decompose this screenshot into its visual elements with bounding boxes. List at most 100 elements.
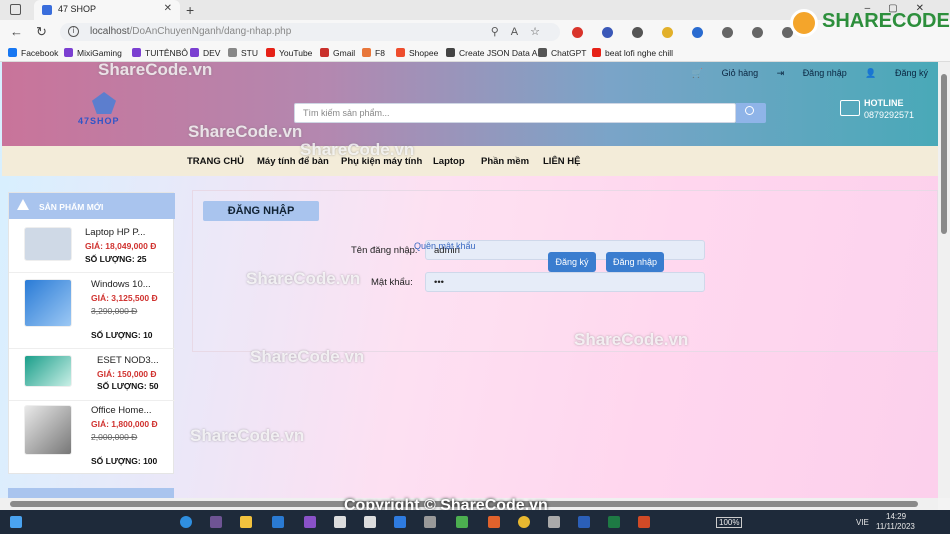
scroll-thumb[interactable]	[941, 74, 947, 234]
watermark: ShareCode.vn	[246, 269, 361, 288]
site-logo[interactable]: 47SHOP	[78, 92, 138, 130]
register-link[interactable]: 👤 Đăng ký	[865, 68, 928, 78]
product-name[interactable]: ESET NOD3...	[97, 355, 159, 366]
start-icon[interactable]	[10, 516, 22, 528]
register-button[interactable]: Đăng ký	[548, 252, 596, 272]
folder-icon[interactable]	[240, 516, 252, 528]
visual-studio-icon[interactable]	[304, 516, 316, 528]
bookmark-item[interactable]: Create JSON Data AI	[446, 48, 540, 58]
zalo-icon[interactable]	[394, 516, 406, 528]
extension-icons[interactable]	[572, 26, 809, 38]
tab-actions-icon[interactable]	[10, 4, 21, 15]
extension-icon[interactable]	[752, 26, 764, 38]
search-input[interactable]: Tìm kiếm sản phẩm...	[303, 108, 390, 118]
product-item[interactable]: Office Home... GIÁ: 1,800,000 Đ 2,000,00…	[9, 401, 175, 475]
app-icon[interactable]	[364, 516, 376, 528]
product-image[interactable]	[24, 405, 72, 455]
password-input[interactable]	[425, 272, 705, 292]
product-price: GIÁ: 150,000 Đ	[97, 369, 157, 379]
product-qty: SỐ LƯỢNG: 25	[85, 254, 147, 264]
product-name[interactable]: Windows 10...	[91, 279, 151, 290]
product-qty: SỐ LƯỢNG: 50	[97, 381, 159, 391]
nav-software[interactable]: Phần mềm	[481, 156, 529, 167]
bookmark-item[interactable]: MixiGaming	[64, 48, 122, 58]
bookmark-item[interactable]: DEV	[190, 48, 220, 58]
bookmark-item[interactable]: beat lofi nghe chill	[592, 48, 673, 58]
product-name[interactable]: Office Home...	[91, 405, 152, 416]
github-icon[interactable]	[210, 516, 222, 528]
extension-icon[interactable]	[692, 26, 704, 38]
nav-contact[interactable]: LIÊN HỆ	[543, 156, 580, 167]
language-indicator[interactable]: VIE	[856, 518, 869, 527]
watermark: ShareCode.vn	[300, 140, 415, 159]
product-qty: SỐ LƯỢNG: 100	[91, 456, 158, 466]
search-button[interactable]	[736, 103, 766, 123]
product-item[interactable]: Windows 10... GIÁ: 3,125,500 Đ 3,290,000…	[9, 273, 175, 349]
vscode-icon[interactable]	[272, 516, 284, 528]
product-image[interactable]	[24, 279, 72, 327]
product-name[interactable]: Laptop HP P...	[85, 227, 145, 238]
hotline-title: HOTLINE	[864, 98, 904, 108]
battery-indicator[interactable]: 100%	[716, 517, 743, 528]
new-tab-button[interactable]: +	[186, 2, 194, 18]
bookmark-item[interactable]: STU	[228, 48, 258, 58]
browser-tab[interactable]: 47 SHOP ✕	[34, 0, 180, 20]
excel-icon[interactable]	[608, 516, 620, 528]
bookmark-item[interactable]: YouTube	[266, 48, 312, 58]
powerpoint-icon[interactable]	[638, 516, 650, 528]
site-info-icon[interactable]: i	[68, 26, 79, 37]
nav-home[interactable]: TRANG CHỦ	[187, 156, 244, 167]
product-price: GIÁ: 3,125,500 Đ	[91, 293, 158, 303]
page-viewport: 🛒 Giỏ hàng ⇥ Đăng nhập 👤 Đăng ký 47SHOP …	[0, 62, 938, 498]
url-action-icons[interactable]: ⚲A☆	[491, 25, 552, 38]
sharecode-logo-icon	[790, 9, 818, 37]
bookmark-item[interactable]: TUITÊNBÔ	[132, 48, 188, 58]
extension-icon[interactable]	[602, 26, 614, 38]
cart-link[interactable]: 🛒 Giỏ hàng	[692, 68, 758, 78]
app-icon[interactable]	[456, 516, 468, 528]
vertical-scrollbar[interactable]	[938, 62, 950, 498]
login-button[interactable]: Đăng nhập	[606, 252, 664, 272]
product-qty: SỐ LƯỢNG: 10	[91, 330, 153, 340]
app-icon[interactable]	[424, 516, 436, 528]
url-text: localhost/DoAnChuyenNganh/dang-nhap.php	[90, 26, 292, 37]
extension-icon[interactable]	[722, 26, 734, 38]
nav-laptop[interactable]: Laptop	[433, 156, 465, 167]
forgot-password-link[interactable]: Quên mật khẩu	[414, 241, 476, 251]
product-price: GIÁ: 1,800,000 Đ	[91, 419, 158, 429]
logo-mark-icon	[92, 92, 116, 114]
chrome-icon[interactable]	[518, 516, 530, 528]
bookmark-item[interactable]: ChatGPT	[538, 48, 586, 58]
login-title: ĐĂNG NHẬP	[203, 201, 319, 221]
search-box[interactable]: Tìm kiếm sản phẩm...	[294, 103, 736, 123]
username-label: Tên đăng nhập:	[351, 245, 418, 256]
clock-date[interactable]: 11/11/2023	[876, 522, 915, 531]
login-link[interactable]: ⇥ Đăng nhập	[777, 68, 847, 78]
watermark: ShareCode.vn	[98, 62, 213, 79]
clock-time[interactable]: 14:29	[886, 512, 906, 521]
word-icon[interactable]	[578, 516, 590, 528]
product-item[interactable]: ESET NOD3... GIÁ: 150,000 Đ SỐ LƯỢNG: 50	[9, 349, 175, 401]
bookmark-item[interactable]: F8	[362, 48, 385, 58]
extension-icon[interactable]	[632, 26, 644, 38]
xampp-icon[interactable]	[488, 516, 500, 528]
product-item[interactable]: Laptop HP P... GIÁ: 18,049,000 Đ SỐ LƯỢN…	[9, 219, 175, 273]
edge-icon[interactable]	[180, 516, 192, 528]
app-icon[interactable]	[334, 516, 346, 528]
reload-icon[interactable]: ↻	[36, 24, 47, 40]
app-icon[interactable]	[548, 516, 560, 528]
tab-close-icon[interactable]: ✕	[164, 3, 172, 14]
logo-text: 47SHOP	[78, 116, 120, 126]
bookmark-item[interactable]: Shopee	[396, 48, 438, 58]
extension-icon[interactable]	[572, 26, 583, 38]
extension-icon[interactable]	[662, 26, 674, 38]
bookmark-item[interactable]: Facebook	[8, 48, 58, 58]
sidebar-second-header	[8, 488, 174, 498]
url-bar[interactable]: i localhost/DoAnChuyenNganh/dang-nhap.ph…	[60, 23, 560, 41]
tab-title: 47 SHOP	[58, 4, 97, 14]
product-image[interactable]	[24, 227, 72, 261]
product-image[interactable]	[24, 355, 72, 387]
bookmark-item[interactable]: Gmail	[320, 48, 355, 58]
back-icon[interactable]: ←	[10, 24, 23, 39]
main-nav: TRANG CHỦ Máy tính để bàn Phụ kiện máy t…	[2, 146, 938, 176]
